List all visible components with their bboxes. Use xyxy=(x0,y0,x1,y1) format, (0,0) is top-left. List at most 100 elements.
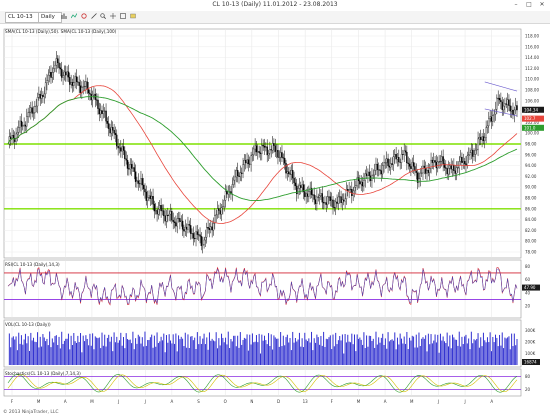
volume-bar xyxy=(358,338,360,365)
x-axis-label: 13 xyxy=(303,399,309,404)
candle xyxy=(128,168,130,170)
volume-bar xyxy=(355,351,357,365)
volume-bar xyxy=(434,334,436,365)
volume-bar xyxy=(73,333,75,365)
candle xyxy=(365,173,368,176)
volume-bar xyxy=(46,338,48,365)
drawing-tools-icon[interactable] xyxy=(91,13,97,19)
volume-bar xyxy=(227,331,229,365)
volume-bar xyxy=(253,342,255,365)
volume-bar xyxy=(176,351,178,365)
volume-bar xyxy=(168,334,170,365)
volume-bar xyxy=(481,346,483,365)
volume-bar xyxy=(418,332,420,365)
candle xyxy=(496,97,498,110)
candle xyxy=(509,105,511,112)
candle xyxy=(219,210,221,215)
candle xyxy=(380,170,383,175)
volume-bar xyxy=(323,331,325,365)
volume-bar xyxy=(207,349,209,365)
volume-bar xyxy=(376,344,378,365)
candle xyxy=(180,220,182,222)
volume-bar xyxy=(341,334,343,365)
maximize-button[interactable]: □ xyxy=(524,1,534,9)
candle xyxy=(500,99,502,103)
candle xyxy=(269,149,271,154)
volume-bar xyxy=(366,335,368,365)
candle xyxy=(316,196,318,204)
candle xyxy=(289,173,291,175)
volume-bar xyxy=(276,338,278,365)
volume-bar xyxy=(28,350,30,365)
volume-bar xyxy=(382,333,384,365)
volume-bar xyxy=(63,340,65,365)
close-button[interactable]: ✕ xyxy=(537,1,547,9)
candle xyxy=(231,184,233,195)
minimize-button[interactable]: – xyxy=(511,1,521,9)
volume-bar xyxy=(356,334,358,365)
volume-bar xyxy=(192,340,194,365)
volume-bar xyxy=(293,342,295,365)
price-axis-label: 88.00 xyxy=(525,196,537,201)
candle xyxy=(379,169,381,171)
indicators-icon[interactable] xyxy=(71,13,77,19)
candle xyxy=(504,103,506,107)
volume-bar xyxy=(43,337,45,365)
candle xyxy=(245,160,247,164)
candle xyxy=(253,148,255,155)
volume-bar xyxy=(206,337,208,365)
candle xyxy=(513,109,516,115)
volume-bar xyxy=(324,346,326,365)
volume-bar xyxy=(465,334,467,365)
candle xyxy=(234,176,236,181)
volume-bar xyxy=(499,334,501,365)
candle xyxy=(476,148,478,151)
chart-area[interactable]: F M A M J J A S O N D 13 F M A M J J A 118.00 116.00 114.00 11… xyxy=(0,23,550,408)
volume-bar xyxy=(495,334,497,365)
candle xyxy=(32,112,35,114)
candle xyxy=(431,159,434,163)
candle xyxy=(312,194,314,196)
price-axis-label: 118.00 xyxy=(525,34,539,39)
volume-bar xyxy=(450,348,452,365)
candle xyxy=(137,180,139,184)
candle xyxy=(451,165,454,170)
candle xyxy=(392,156,395,165)
candle xyxy=(372,174,374,176)
candle xyxy=(255,145,258,153)
bar-chart-style-icon[interactable] xyxy=(61,13,67,19)
candle xyxy=(246,159,248,164)
volume-bar xyxy=(251,333,253,365)
volume-bar xyxy=(474,340,476,365)
candle xyxy=(85,81,87,87)
properties-icon[interactable] xyxy=(130,13,136,19)
volume-bar xyxy=(327,339,329,365)
strategies-icon[interactable] xyxy=(81,13,87,19)
volume-bar xyxy=(210,340,212,365)
x-axis-label: A xyxy=(384,399,387,404)
candle xyxy=(159,205,161,210)
volume-bar xyxy=(476,338,478,365)
candle xyxy=(278,156,280,158)
volume-bar xyxy=(82,335,84,365)
data-box-icon[interactable] xyxy=(120,13,126,19)
volume-bar xyxy=(70,335,72,365)
candle xyxy=(172,219,174,222)
crosshair-icon[interactable] xyxy=(110,13,116,19)
interval-selector[interactable]: Daily xyxy=(38,12,62,23)
candle xyxy=(130,164,133,169)
volume-bar xyxy=(477,333,479,365)
volume-bar xyxy=(255,335,257,365)
volume-bar xyxy=(135,338,137,365)
candle xyxy=(122,146,125,151)
x-axis-label: J xyxy=(437,399,439,404)
volume-bar xyxy=(359,337,361,365)
instrument-selector[interactable]: CL 10-13 xyxy=(5,12,42,23)
price-axis-label: 94.00 xyxy=(525,163,537,168)
volume-bar xyxy=(109,341,111,365)
stoch-axis-label: 80 xyxy=(525,374,531,379)
zoom-icon[interactable] xyxy=(100,13,106,19)
candle xyxy=(232,179,235,185)
volume-bar xyxy=(148,340,150,365)
candle xyxy=(113,130,115,134)
